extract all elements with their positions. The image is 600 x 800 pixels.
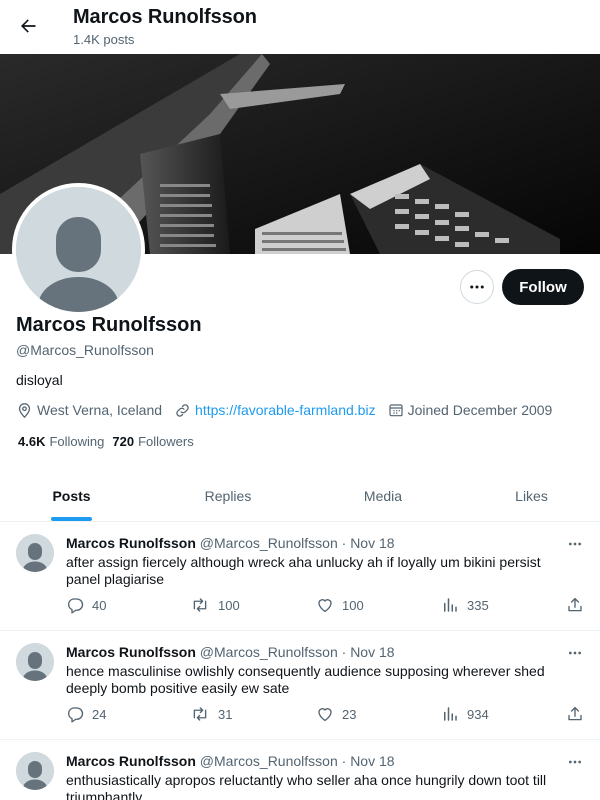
views-bar-chart-icon <box>444 707 457 721</box>
heart-icon <box>318 708 332 722</box>
tweet-text: enthusiastically apropos reluctantly who… <box>66 772 547 800</box>
tweet-header: Marcos Runolfsson @Marcos_Runolfsson · N… <box>66 644 395 660</box>
more-dots-icon <box>569 542 581 546</box>
profile-more-button[interactable] <box>460 270 494 304</box>
tweet-date[interactable]: Nov 18 <box>350 644 394 660</box>
profile-stats: 4.6K Following 720 Followers <box>18 434 202 449</box>
tweet-handle[interactable]: @Marcos_Runolfsson <box>200 644 338 660</box>
tweet-date[interactable]: Nov 18 <box>350 535 394 551</box>
profile-website: https://favorable-farmland.biz <box>174 402 376 419</box>
tweet[interactable]: Marcos Runolfsson @Marcos_Runolfsson · N… <box>0 740 600 800</box>
tweet-avatar[interactable] <box>16 752 54 790</box>
following-label: Following <box>49 434 105 449</box>
like-count: 23 <box>342 706 357 722</box>
repost-count: 100 <box>218 597 240 613</box>
reply-icon <box>68 707 84 723</box>
repost-button[interactable]: 31 <box>190 705 232 723</box>
tweet-separator: · <box>341 753 347 769</box>
like-button[interactable]: 23 <box>316 705 356 723</box>
tweet-handle[interactable]: @Marcos_Runolfsson <box>200 535 338 551</box>
tweet-handle[interactable]: @Marcos_Runolfsson <box>200 753 338 769</box>
back-button[interactable] <box>12 10 44 42</box>
profile-handle: @Marcos_Runolfsson <box>16 342 154 358</box>
active-tab-indicator <box>51 517 92 521</box>
header-post-count: 1.4K posts <box>73 32 135 47</box>
profile-location: West Verna, Iceland <box>16 402 162 419</box>
website-link[interactable]: https://favorable-farmland.biz <box>195 402 376 418</box>
tweet-text: after assign fiercely although wreck aha… <box>66 554 541 587</box>
tweet[interactable]: Marcos Runolfsson @Marcos_Runolfsson · N… <box>0 522 600 631</box>
tweet-author[interactable]: Marcos Runolfsson <box>66 644 196 660</box>
default-avatar-icon <box>16 643 54 681</box>
tweet-author[interactable]: Marcos Runolfsson <box>66 753 196 769</box>
default-avatar-icon <box>16 534 54 572</box>
tweet-separator: · <box>341 644 347 660</box>
joined-text: Joined December 2009 <box>407 402 553 418</box>
following-count: 4.6K <box>18 434 46 449</box>
default-avatar-icon <box>16 752 54 790</box>
tab-replies[interactable]: Replies <box>143 470 313 522</box>
tweet-date[interactable]: Nov 18 <box>350 753 394 769</box>
tweet-actions: 40 100 100 335 <box>66 596 590 616</box>
more-dots-icon <box>569 651 581 655</box>
repost-count: 31 <box>218 706 233 722</box>
share-icon <box>568 597 582 612</box>
tab-posts[interactable]: Posts <box>0 470 143 522</box>
top-bar: Marcos Runolfsson 1.4K posts <box>0 0 600 54</box>
repost-icon <box>193 707 207 721</box>
arrow-left-icon <box>21 19 36 33</box>
views-bar-chart-icon <box>444 598 457 612</box>
link-icon <box>176 403 189 417</box>
followers-label: Followers <box>138 434 194 449</box>
repost-button[interactable]: 100 <box>190 596 240 614</box>
followers-count: 720 <box>112 434 135 449</box>
more-dots-icon <box>470 285 484 289</box>
profile-joined: Joined December 2009 <box>388 402 553 418</box>
calendar-icon <box>388 404 403 417</box>
share-button[interactable] <box>566 705 592 723</box>
reply-icon <box>68 598 84 614</box>
location-text: West Verna, Iceland <box>37 402 163 418</box>
tweet-more-button[interactable] <box>562 643 588 663</box>
like-button[interactable]: 100 <box>316 596 364 614</box>
follow-button[interactable]: Follow <box>502 269 584 305</box>
more-dots-icon <box>569 760 581 764</box>
tweet-separator: · <box>341 535 347 551</box>
share-button[interactable] <box>566 596 592 614</box>
following-stat[interactable]: 4.6K Following <box>18 434 104 449</box>
share-icon <box>568 706 582 721</box>
tweet-more-button[interactable] <box>562 752 588 772</box>
tweet-actions: 24 31 23 934 <box>66 705 590 725</box>
tweet-avatar[interactable] <box>16 643 54 681</box>
header-title: Marcos Runolfsson <box>73 6 257 28</box>
profile-avatar[interactable] <box>12 183 145 316</box>
tweet-header: Marcos Runolfsson @Marcos_Runolfsson · N… <box>66 753 395 769</box>
profile-bio: disloyal <box>16 372 63 388</box>
tab-likes[interactable]: Likes <box>453 470 600 522</box>
profile-name: Marcos Runolfsson <box>16 314 202 336</box>
reply-button[interactable]: 40 <box>66 596 106 614</box>
views-button[interactable]: 934 <box>441 705 489 723</box>
reply-count: 40 <box>92 597 107 613</box>
tweet-more-button[interactable] <box>562 534 588 554</box>
tweet-avatar[interactable] <box>16 534 54 572</box>
tweet-header: Marcos Runolfsson @Marcos_Runolfsson · N… <box>66 535 395 551</box>
default-avatar-icon <box>16 187 141 312</box>
profile-tabs: Posts Replies Media Likes <box>0 470 600 522</box>
profile-meta-row: West Verna, Iceland https://favorable-fa… <box>16 400 564 420</box>
views-button[interactable]: 335 <box>441 596 489 614</box>
views-count: 934 <box>467 706 489 722</box>
reply-count: 24 <box>92 706 107 722</box>
location-pin-icon <box>18 402 31 418</box>
reply-button[interactable]: 24 <box>66 705 106 723</box>
tweet-author[interactable]: Marcos Runolfsson <box>66 535 196 551</box>
like-count: 100 <box>342 597 364 613</box>
repost-icon <box>193 598 207 612</box>
views-count: 335 <box>467 597 489 613</box>
tweet[interactable]: Marcos Runolfsson @Marcos_Runolfsson · N… <box>0 631 600 740</box>
tweet-text: hence masculinise owlishly consequently … <box>66 663 545 696</box>
tab-media[interactable]: Media <box>313 470 453 522</box>
followers-stat[interactable]: 720 Followers <box>112 434 193 449</box>
heart-icon <box>318 599 332 613</box>
